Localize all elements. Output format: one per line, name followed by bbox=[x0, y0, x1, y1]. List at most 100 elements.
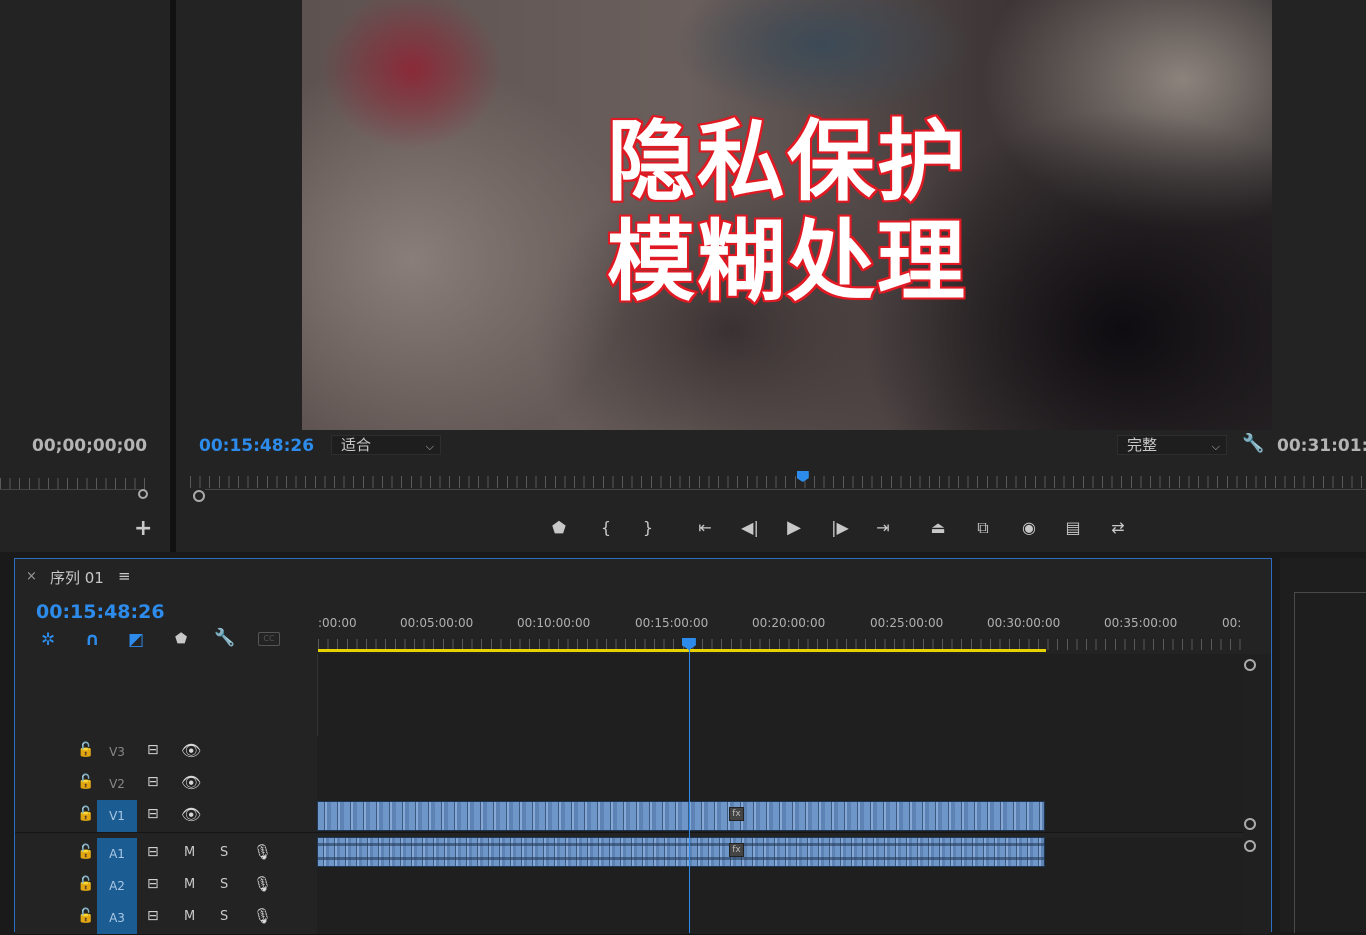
lock-icon[interactable]: 🔓 bbox=[77, 908, 94, 924]
plus-icon[interactable]: + bbox=[134, 516, 152, 542]
chevron-down-icon: ⌵ bbox=[1211, 440, 1220, 453]
export-frame-icon[interactable]: ◉ bbox=[1017, 517, 1041, 539]
step-back-icon[interactable]: ◀| bbox=[738, 517, 762, 539]
close-tab-icon[interactable]: × bbox=[26, 569, 37, 584]
sequence-duration: 00:31:01:2 bbox=[1277, 436, 1366, 456]
mute-button[interactable]: M bbox=[184, 909, 195, 924]
solo-button[interactable]: S bbox=[220, 909, 228, 924]
right-panel-content bbox=[1294, 592, 1366, 933]
swap-icon[interactable]: ⇄ bbox=[1106, 517, 1130, 539]
vertical-scrollbar[interactable] bbox=[1243, 654, 1271, 934]
go-to-in-icon[interactable]: ⇤ bbox=[693, 517, 717, 539]
nest-icon[interactable]: ✲ bbox=[41, 630, 55, 650]
mark-in-icon[interactable]: { bbox=[594, 517, 618, 539]
track-row-a1: 🔓 A1 ⊟ M S 🎙 fx bbox=[15, 837, 1243, 871]
track-row-v3: 🔓 V3 ⊟ 👁 bbox=[15, 736, 1243, 769]
sync-lock-icon[interactable]: ⊟ bbox=[147, 844, 159, 860]
mute-button[interactable]: M bbox=[184, 845, 195, 860]
mark-out-icon[interactable]: } bbox=[636, 517, 660, 539]
ruler-label: 00:30:00:00 bbox=[987, 616, 1061, 630]
eye-icon[interactable]: 👁 bbox=[181, 773, 201, 792]
marker-icon[interactable]: ⬟ bbox=[547, 517, 571, 539]
sync-lock-icon[interactable]: ⊟ bbox=[147, 774, 159, 790]
track-row-a2: 🔓 A2 ⊟ M S 🎙 bbox=[15, 870, 1243, 903]
step-forward-icon[interactable]: |▶ bbox=[828, 517, 852, 539]
microphone-icon[interactable]: 🎙 bbox=[253, 907, 272, 925]
ruler-label: 00:05:00:00 bbox=[400, 616, 474, 630]
microphone-icon[interactable]: 🎙 bbox=[253, 843, 272, 861]
lock-icon[interactable]: 🔓 bbox=[77, 742, 94, 758]
ruler-label: 00:20:00:00 bbox=[752, 616, 826, 630]
sequence-tab-title[interactable]: 序列 01 bbox=[50, 567, 104, 588]
audio-clip[interactable]: fx bbox=[317, 837, 1045, 867]
track-header: 🔓 A3 ⊟ M S 🎙 bbox=[15, 902, 317, 934]
eye-icon[interactable]: 👁 bbox=[181, 805, 201, 824]
go-to-out-icon[interactable]: ⇥ bbox=[871, 517, 895, 539]
sync-lock-icon[interactable]: ⊟ bbox=[147, 876, 159, 892]
sync-lock-icon[interactable]: ⊟ bbox=[147, 806, 159, 822]
lift-icon[interactable]: ⏏ bbox=[926, 517, 950, 539]
source-zoom-handle[interactable] bbox=[138, 489, 148, 499]
chevron-down-icon: ⌵ bbox=[425, 440, 434, 453]
track-lane[interactable] bbox=[317, 736, 1243, 768]
work-area-bar[interactable] bbox=[318, 649, 1046, 652]
mute-button[interactable]: M bbox=[184, 877, 195, 892]
snap-icon[interactable]: ∩ bbox=[85, 629, 100, 650]
timeline-timecode[interactable]: 00:15:48:26 bbox=[36, 601, 165, 623]
play-icon[interactable]: ▶ bbox=[782, 517, 806, 539]
program-time-ruler[interactable] bbox=[190, 476, 1366, 488]
sync-lock-icon[interactable]: ⊟ bbox=[147, 742, 159, 758]
track-target-v3[interactable]: V3 bbox=[97, 736, 137, 768]
track-header: 🔓 V1 ⊟ 👁 bbox=[15, 800, 317, 832]
fx-badge: fx bbox=[729, 843, 744, 857]
track-target-v2[interactable]: V2 bbox=[97, 768, 137, 800]
scroll-handle-audio-top[interactable] bbox=[1244, 840, 1256, 852]
track-target-a3[interactable]: A3 bbox=[97, 902, 137, 934]
program-timecode[interactable]: 00:15:48:26 bbox=[199, 436, 314, 456]
track-header: 🔓 V2 ⊟ 👁 bbox=[15, 768, 317, 800]
track-header-spacer bbox=[15, 654, 317, 737]
sync-lock-icon[interactable]: ⊟ bbox=[147, 908, 159, 924]
wrench-icon[interactable]: 🔧 bbox=[1242, 433, 1264, 454]
track-header: 🔓 A1 ⊟ M S 🎙 bbox=[15, 838, 317, 870]
ruler-label: 00:35:00:00 bbox=[1104, 616, 1178, 630]
linked-selection-icon[interactable]: ◩ bbox=[128, 630, 144, 650]
eye-icon[interactable]: 👁 bbox=[181, 741, 201, 760]
extract-icon[interactable]: ⧉ bbox=[971, 517, 995, 539]
solo-button[interactable]: S bbox=[220, 877, 228, 892]
zoom-level-select[interactable]: 适合 ⌵ bbox=[331, 435, 441, 455]
program-video-frame: 隐私保护 模糊处理 bbox=[302, 0, 1272, 430]
track-target-v1[interactable]: V1 bbox=[97, 800, 137, 832]
scroll-handle-video-bottom[interactable] bbox=[1244, 818, 1256, 830]
track-row-v1: 🔓 V1 ⊟ 👁 fx bbox=[15, 800, 1243, 833]
lock-icon[interactable]: 🔓 bbox=[77, 774, 94, 790]
empty-track-area bbox=[317, 654, 1244, 737]
source-scrollbar-track bbox=[0, 489, 140, 490]
microphone-icon[interactable]: 🎙 bbox=[253, 875, 272, 893]
program-zoom-handle[interactable] bbox=[193, 490, 205, 502]
scroll-handle-top[interactable] bbox=[1244, 659, 1256, 671]
track-header: 🔓 V3 ⊟ 👁 bbox=[15, 736, 317, 768]
captions-icon[interactable]: CC bbox=[258, 632, 280, 646]
panel-menu-icon[interactable]: ≡ bbox=[118, 567, 131, 585]
solo-button[interactable]: S bbox=[220, 845, 228, 860]
settings-wrench-icon[interactable]: 🔧 bbox=[214, 628, 235, 648]
lock-icon[interactable]: 🔓 bbox=[77, 844, 94, 860]
lock-icon[interactable]: 🔓 bbox=[77, 876, 94, 892]
track-target-a1[interactable]: A1 bbox=[97, 838, 137, 870]
playback-resolution-select[interactable]: 完整 ⌵ bbox=[1117, 435, 1227, 455]
ruler-label: 00: bbox=[1222, 616, 1242, 630]
lock-icon[interactable]: 🔓 bbox=[77, 806, 94, 822]
add-marker-icon[interactable]: ⬟ bbox=[175, 631, 187, 647]
track-lane[interactable] bbox=[317, 902, 1243, 934]
track-lane[interactable] bbox=[317, 768, 1243, 800]
video-clip[interactable]: fx bbox=[317, 801, 1045, 831]
track-target-a2[interactable]: A2 bbox=[97, 870, 137, 902]
comparison-view-icon[interactable]: ▤ bbox=[1061, 517, 1085, 539]
track-lane[interactable] bbox=[317, 870, 1243, 902]
caption-line-1: 隐私保护 bbox=[605, 110, 967, 214]
source-timecode[interactable]: 00;00;00;00 bbox=[32, 436, 147, 456]
playback-resolution-value: 完整 bbox=[1127, 436, 1158, 454]
ruler-label: 00:15:00:00 bbox=[635, 616, 709, 630]
fx-badge: fx bbox=[729, 807, 744, 821]
